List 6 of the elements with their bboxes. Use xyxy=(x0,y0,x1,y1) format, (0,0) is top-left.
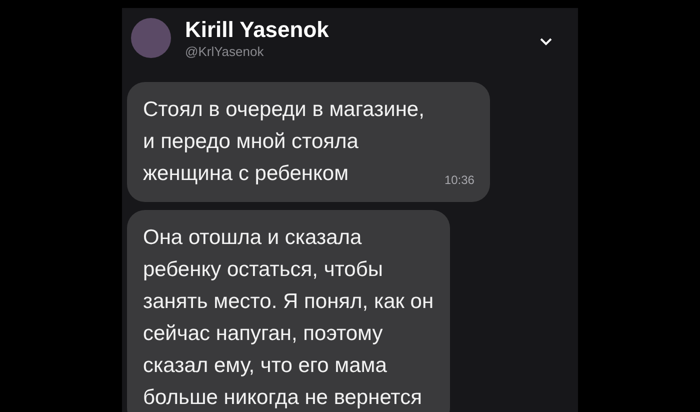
author-name: Kirill Yasenok xyxy=(185,16,329,44)
message-text: Она отошла и сказала ребенку остаться, чтобы занять место. Я понял, как он сейчас напуган, поэтому сказал ему, что его мама больше никогда не вернется xyxy=(143,225,434,411)
message-time: 10:36 xyxy=(444,172,474,188)
message-text: Стоял в очереди в магазине, и передо мной стояла женщина с ребенком xyxy=(143,97,424,187)
author-handle: @KrlYasenok xyxy=(185,44,265,60)
chevron-down-icon[interactable] xyxy=(540,38,552,46)
